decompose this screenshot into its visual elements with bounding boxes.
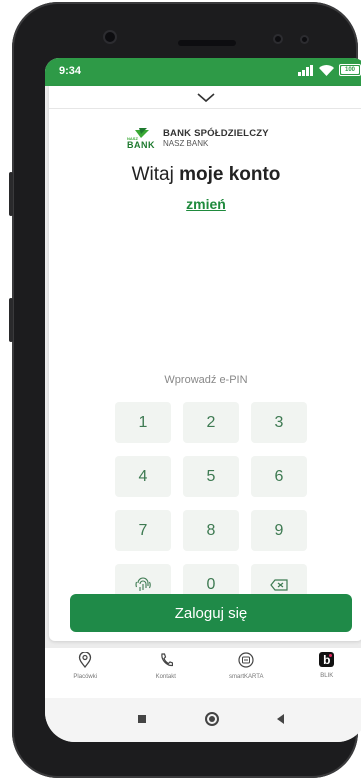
key-7[interactable]: 7 xyxy=(115,510,171,551)
key-8[interactable]: 8 xyxy=(183,510,239,551)
account-name: moje konto xyxy=(179,164,281,185)
nav-label: smartKARTA xyxy=(229,674,264,680)
nav-label: Placówki xyxy=(73,674,98,680)
sensor-icon xyxy=(275,36,281,42)
login-button[interactable]: Zaloguj się xyxy=(70,594,352,632)
status-bar: 9:34 100 xyxy=(45,58,361,86)
key-2[interactable]: 2 xyxy=(183,402,239,443)
phone-icon xyxy=(161,653,173,667)
divider xyxy=(49,108,361,109)
nav-item-placowki[interactable]: Placówki xyxy=(45,648,126,698)
nav-item-smartkarta[interactable]: smartKARTA xyxy=(206,648,287,698)
earpiece-speaker xyxy=(178,40,236,46)
status-time: 9:34 xyxy=(59,65,82,77)
login-sheet: NASZ BANK BANK SPÓŁDZIELCZY NASZ BANK Wi… xyxy=(49,86,361,641)
screen: 9:34 100 NASZ BANK BANK SPÓŁDZIELCZY NAS… xyxy=(45,58,361,742)
nav-label: BLIK xyxy=(320,673,334,679)
wifi-icon xyxy=(319,64,334,76)
back-button[interactable] xyxy=(275,713,285,725)
blik-dot xyxy=(329,654,333,657)
bank-logo-mark: NASZ BANK xyxy=(127,128,155,150)
key-1[interactable]: 1 xyxy=(115,402,171,443)
home-button[interactable] xyxy=(205,712,219,726)
key-9[interactable]: 9 xyxy=(251,510,307,551)
volume-up-button xyxy=(9,172,13,216)
key-6[interactable]: 6 xyxy=(251,456,307,497)
battery-icon: 100 xyxy=(339,64,361,76)
fingerprint-icon xyxy=(135,577,151,591)
recent-apps-button[interactable] xyxy=(138,715,146,723)
key-3[interactable]: 3 xyxy=(251,402,307,443)
backspace-icon xyxy=(270,578,288,591)
key-5[interactable]: 5 xyxy=(183,456,239,497)
bottom-nav: Placówki Kontakt smartKARTA b BLIK xyxy=(45,648,361,698)
home-icon xyxy=(209,716,215,722)
nav-label: Kontakt xyxy=(155,674,176,680)
location-pin-icon xyxy=(79,652,92,668)
nav-item-blik[interactable]: b BLIK xyxy=(287,648,361,698)
greeting: Witaj moje konto xyxy=(49,164,361,186)
front-camera-icon xyxy=(105,32,115,42)
greeting-prefix: Witaj xyxy=(131,164,174,185)
system-nav-bar xyxy=(45,698,361,742)
key-4[interactable]: 4 xyxy=(115,456,171,497)
pin-keypad: 1 2 3 4 5 6 7 8 9 0 xyxy=(115,402,307,605)
sensor-icon xyxy=(302,37,307,42)
smart-card-icon xyxy=(238,652,254,668)
bank-logo: NASZ BANK BANK SPÓŁDZIELCZY NASZ BANK xyxy=(127,128,269,150)
phone-frame: 9:34 100 NASZ BANK BANK SPÓŁDZIELCZY NAS… xyxy=(9,2,361,778)
top-bezel xyxy=(48,8,361,58)
blik-icon: b xyxy=(319,652,335,667)
battery-level: 100 xyxy=(341,66,359,74)
nav-item-kontakt[interactable]: Kontakt xyxy=(126,648,207,698)
bank-subname: NASZ BANK xyxy=(163,139,209,148)
logo-big-text: BANK xyxy=(127,140,155,150)
epin-label: Wprowadź e-PIN xyxy=(164,374,248,386)
signal-icon xyxy=(298,64,313,76)
bank-name: BANK SPÓŁDZIELCZY xyxy=(163,128,269,139)
chevron-down-icon[interactable] xyxy=(192,88,220,106)
volume-down-button xyxy=(9,298,13,342)
change-account-link[interactable]: zmień xyxy=(49,196,361,212)
